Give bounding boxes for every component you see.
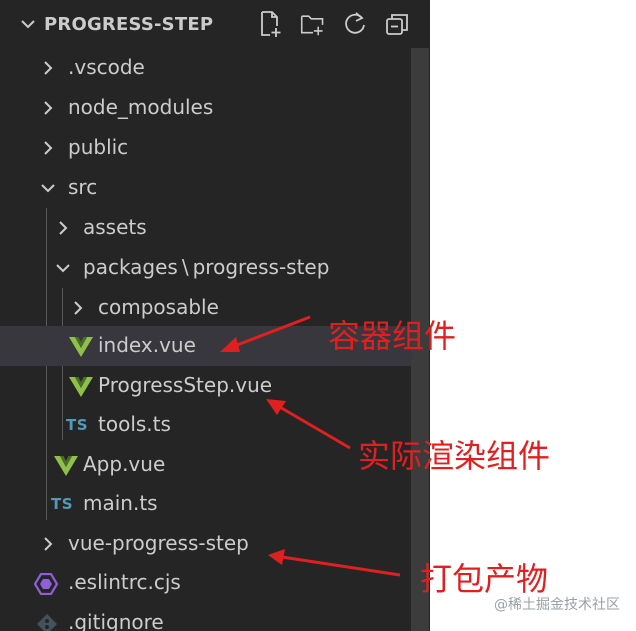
annotation-container-component: 容器组件 xyxy=(328,317,457,355)
annotation-arrows xyxy=(220,315,401,577)
annotation-render-component: 实际渲染组件 xyxy=(358,437,551,475)
arrow-to-vue-progress-step xyxy=(268,549,401,577)
watermark: @稀土掘金技术社区 xyxy=(494,597,620,613)
arrow-to-progressstep-vue xyxy=(266,399,351,450)
arrow-to-index-vue xyxy=(220,315,311,352)
